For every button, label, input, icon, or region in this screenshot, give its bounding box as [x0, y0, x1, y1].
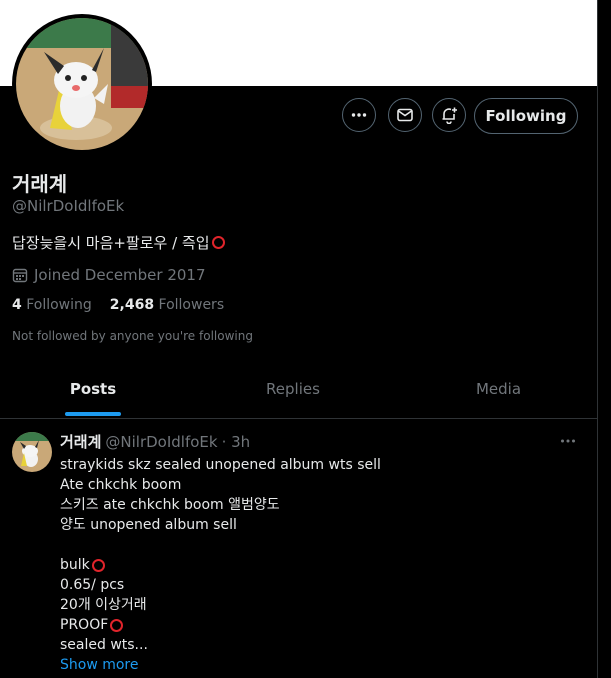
mail-icon: [397, 108, 413, 122]
tweet-more-button[interactable]: [559, 432, 577, 454]
red-circle-emoji-icon: [110, 618, 124, 632]
following-count: 4: [12, 297, 22, 313]
tweet-line: 스키즈 ate chkchk boom 앨범양도: [60, 497, 280, 513]
tweet-line: bulk: [60, 557, 90, 573]
tweet-line: 0.65/ pcs: [60, 577, 125, 593]
tab-media-label: Media: [475, 380, 522, 398]
joined-date: Joined December 2017: [12, 266, 206, 284]
profile-bio: 답장늦을시 마음+팔로우 / 즉입: [12, 232, 225, 253]
followers-link[interactable]: 2,468 Followers: [110, 297, 224, 313]
followers-count: 2,468: [109, 297, 155, 313]
tweet-author-name[interactable]: 거래계: [60, 431, 101, 452]
following-button[interactable]: Following: [474, 98, 578, 134]
tab-replies[interactable]: Replies: [186, 360, 400, 418]
tweet-line: sealed wts...: [60, 637, 148, 653]
tweet-header: 거래계 @NilrDoIdlfoEk · 3h: [60, 431, 250, 452]
tweet-line: 20개 이상거래: [60, 597, 147, 613]
tweet-author-handle[interactable]: @NilrDoIdlfoEk: [105, 433, 217, 451]
profile-name: 거래계: [12, 172, 68, 196]
follow-stats: 4 Following 2,468 Followers: [12, 297, 224, 313]
following-link[interactable]: 4 Following: [12, 297, 92, 313]
tab-posts[interactable]: Posts: [0, 360, 186, 418]
tweet-line: straykids skz sealed unopened album wts …: [60, 457, 381, 473]
red-circle-emoji-icon: [91, 558, 105, 572]
tweet-avatar-image: [12, 432, 52, 472]
tweet-line: PROOF: [60, 617, 109, 633]
followers-label: Followers: [158, 297, 225, 313]
tweet-line: Ate chkchk boom: [60, 477, 182, 493]
tweet-avatar[interactable]: [12, 432, 52, 472]
scrollbar-track[interactable]: [597, 0, 611, 678]
calendar-icon: [12, 268, 28, 283]
joined-text: Joined December 2017: [34, 266, 206, 284]
profile-handle: @NilrDoIdlfoEk: [12, 197, 125, 215]
show-more-link[interactable]: Show more: [60, 655, 381, 675]
profile-main: Following 거래계 @NilrDoIdlfoEk 답장늦을시 마음+팔로…: [0, 0, 597, 678]
more-dots-icon: [561, 439, 575, 443]
profile-avatar[interactable]: [12, 14, 152, 154]
profile-tabs: Posts Replies Media: [0, 360, 597, 419]
red-circle-emoji-icon: [211, 236, 225, 249]
tweet-timestamp[interactable]: · 3h: [222, 433, 251, 451]
tab-replies-label: Replies: [266, 380, 320, 398]
following-button-label: Following: [485, 107, 567, 125]
tweet-line: [60, 535, 381, 555]
bell-plus-icon: [442, 107, 457, 124]
more-button[interactable]: [342, 98, 376, 132]
active-tab-indicator: [65, 412, 121, 416]
tweet-line: 양도 unopened album sell: [60, 517, 237, 533]
tweet-text: straykids skz sealed unopened album wts …: [60, 455, 381, 675]
tab-media[interactable]: Media: [400, 360, 597, 418]
more-dots-icon: [351, 113, 367, 117]
avatar-image: [16, 18, 148, 150]
following-label: Following: [26, 297, 92, 313]
message-button[interactable]: [388, 98, 422, 132]
tweet-line-proof: PROOF: [60, 615, 381, 635]
not-followed-note: Not followed by anyone you're following: [12, 329, 253, 343]
notify-button[interactable]: [432, 98, 466, 132]
tweet-line-bulk: bulk: [60, 555, 381, 575]
bio-text: 답장늦을시 마음+팔로우 / 즉입: [12, 234, 210, 252]
tab-posts-label: Posts: [69, 380, 117, 398]
